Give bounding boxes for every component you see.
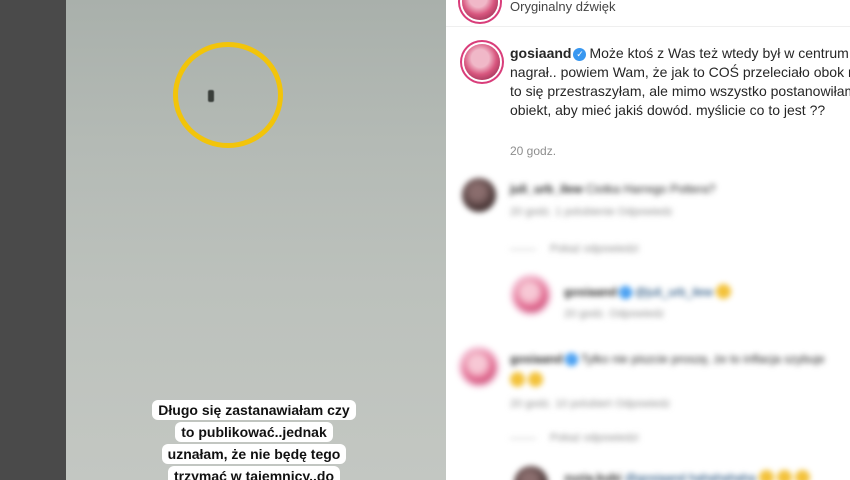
laughing-emoji-icon — [528, 372, 543, 387]
verified-badge-icon: ✓ — [564, 353, 578, 366]
comment-text: gosiaand ✓ Tylko nie piszcie proszę, że to… — [510, 352, 825, 366]
divider — [510, 437, 536, 439]
avatar[interactable] — [462, 0, 498, 20]
laughing-emoji-icon — [758, 470, 774, 480]
comment-username[interactable]: juli_urb_ilew — [510, 182, 583, 196]
comment-body: Ciotka Harrego Pottera? — [586, 182, 716, 196]
left-gutter — [0, 0, 66, 480]
comment-text: juli_urb_ilew Ciotka Harrego Pottera? — [510, 182, 715, 196]
video-player[interactable]: Długo się zastanawiałam czy to publikowa… — [66, 0, 446, 480]
comment-body: @juli_urb_ilew — [634, 285, 713, 299]
flying-object — [208, 90, 214, 102]
avatar[interactable] — [514, 278, 548, 312]
laughing-emoji-icon — [776, 470, 792, 480]
original-sound-link[interactable]: Oryginalny dźwięk — [510, 0, 616, 14]
avatar[interactable] — [514, 466, 548, 480]
highlight-circle — [173, 42, 283, 148]
caption-line: to publikować..jednak — [175, 422, 333, 442]
comment-meta[interactable]: 20 godz. 10 polubień Odpowiedz — [510, 398, 670, 410]
divider — [510, 248, 536, 250]
username-link[interactable]: gosiaand — [510, 45, 571, 61]
video-caption: Długo się zastanawiałam czy to publikowa… — [136, 400, 372, 480]
comment-text: zuzia.kubi @gosiaand hahahahaha — [564, 470, 810, 480]
comment-username[interactable]: gosiaand — [564, 285, 617, 299]
laughing-emoji-icon — [794, 470, 810, 480]
avatar[interactable] — [462, 350, 496, 384]
laughing-emoji-icon — [510, 372, 525, 387]
comment-username[interactable]: gosiaand — [510, 352, 563, 366]
verified-badge-icon: ✓ — [573, 48, 587, 61]
laughing-emoji-icon — [715, 284, 731, 299]
verified-badge-icon: ✓ — [618, 286, 632, 299]
comment-text: gosiaand ✓ @juli_urb_ilew — [564, 284, 731, 299]
caption-line: Długo się zastanawiałam czy — [152, 400, 356, 420]
caption-line: uznałam, że nie będę tego — [161, 444, 347, 464]
avatar[interactable] — [464, 44, 500, 80]
post-panel: Oryginalny dźwięk gosiaand ✓ Może ktoś z W… — [446, 0, 850, 480]
avatar[interactable] — [462, 178, 496, 212]
view-replies-label: Pokaż odpowiedzi — [550, 432, 639, 444]
comment-meta[interactable]: 20 godz. Odpowiedz — [564, 308, 664, 320]
post-timestamp: 20 godz. — [510, 144, 557, 158]
comment-emojis — [510, 372, 543, 387]
view-replies-button[interactable]: Pokaż odpowiedzi — [510, 432, 639, 444]
comment-username[interactable]: zuzia.kubi — [564, 471, 621, 480]
caption-line: trzymać w tajemnicy..do — [167, 466, 340, 480]
comment-body: @gosiaand hahahahaha — [624, 471, 756, 480]
post-header: Oryginalny dźwięk — [446, 0, 850, 27]
view-replies-button[interactable]: Pokaż odpowiedzi — [510, 243, 639, 255]
caption-text: gosiaand ✓ Może ktoś z Was też wtedy był w… — [510, 44, 850, 120]
comment-meta[interactable]: 20 godz. 1 polubienie Odpowiedz — [510, 206, 673, 218]
comment-body: Tylko nie piszcie proszę, że to inflacja… — [580, 352, 825, 366]
view-replies-label: Pokaż odpowiedzi — [550, 243, 639, 255]
